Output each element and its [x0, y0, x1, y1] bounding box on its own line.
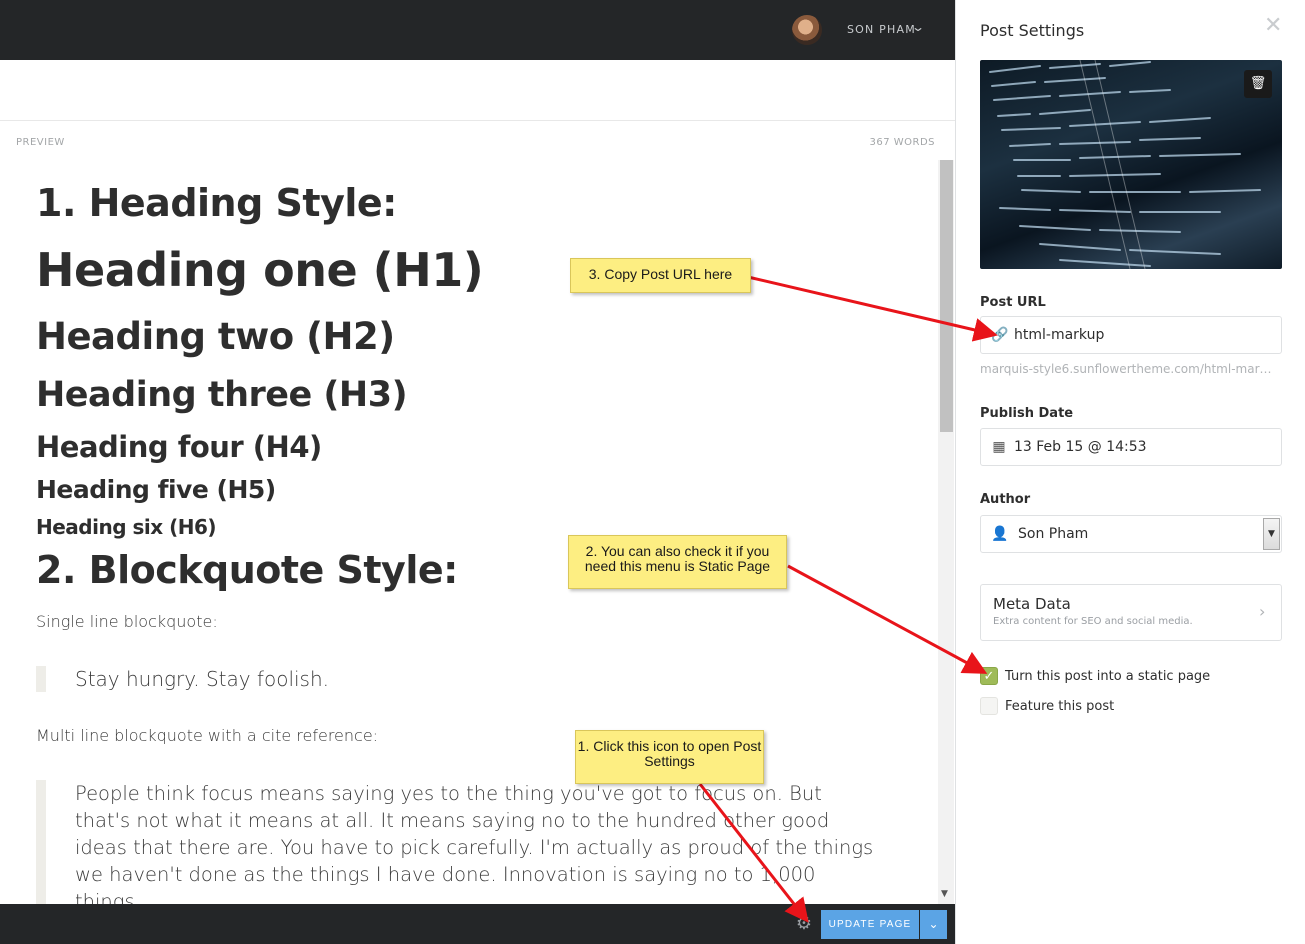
preview-label: PREVIEW — [16, 137, 65, 148]
post-settings-panel: Post Settings ✕ 🗑 Post URL 🔗 html-markup… — [955, 0, 1305, 944]
chevron-down-icon[interactable]: ⌄ — [911, 20, 925, 34]
author-value: Son Pham — [1018, 526, 1089, 542]
heading-h4: Heading four (H4) — [36, 430, 322, 464]
scrollbar-thumb[interactable] — [940, 160, 953, 432]
link-icon: 🔗 — [991, 327, 1009, 343]
blockquote-bar — [36, 780, 46, 904]
post-url-field[interactable]: 🔗 html-markup — [980, 316, 1282, 354]
heading-h1: Heading one (H1) — [36, 243, 484, 297]
author-label: Author — [980, 492, 1031, 507]
post-title-field[interactable] — [0, 60, 955, 121]
cover-image[interactable]: 🗑 — [980, 60, 1282, 269]
post-url-value: html-markup — [1014, 327, 1105, 343]
static-page-label[interactable]: Turn this post into a static page — [1005, 669, 1210, 684]
post-url-label: Post URL — [980, 295, 1046, 310]
close-icon[interactable]: ✕ — [1264, 14, 1282, 38]
paragraph: Multi line blockquote with a cite refere… — [36, 726, 379, 745]
scroll-down-icon[interactable]: ▼ — [941, 889, 948, 899]
meta-data-button[interactable]: Meta Data Extra content for SEO and soci… — [980, 584, 1282, 641]
meta-data-subtitle: Extra content for SEO and social media. — [993, 616, 1193, 627]
blockquote: People think focus means saying yes to t… — [75, 782, 874, 913]
publish-date-field[interactable]: ▦ 13 Feb 15 @ 14:53 — [980, 428, 1282, 466]
user-icon: 👤 — [991, 526, 1009, 542]
annotation-note: 3. Copy Post URL here — [570, 258, 751, 293]
post-url-hint: marquis-style6.sunflowertheme.com/html-m… — [980, 362, 1278, 376]
panel-title: Post Settings — [980, 21, 1085, 40]
section-heading: 1. Heading Style: — [36, 181, 397, 225]
annotation-note: 2. You can also check it if you need thi… — [568, 535, 787, 589]
code-screen-image — [989, 60, 1261, 269]
blockquote-bar — [36, 666, 46, 692]
publish-date-value: 13 Feb 15 @ 14:53 — [1014, 439, 1147, 455]
author-select[interactable]: 👤 Son Pham ▼ — [980, 515, 1282, 553]
editor-screen: SON PHAM ⌄ PREVIEW 367 WORDS 1. Heading … — [0, 0, 1305, 944]
avatar[interactable] — [792, 15, 822, 45]
heading-h3: Heading three (H3) — [36, 375, 408, 415]
gear-icon[interactable]: ⚙ — [794, 914, 814, 934]
static-page-checkbox[interactable]: ✓ — [980, 667, 998, 685]
calendar-icon: ▦ — [992, 439, 1006, 455]
feature-post-label[interactable]: Feature this post — [1005, 699, 1114, 714]
meta-data-title: Meta Data — [993, 595, 1071, 613]
user-menu-name[interactable]: SON PHAM — [847, 23, 916, 36]
trash-icon[interactable]: 🗑 — [1244, 70, 1272, 98]
paragraph: Single line blockquote: — [36, 612, 218, 631]
word-count: 367 WORDS — [869, 137, 935, 148]
section-heading: 2. Blockquote Style: — [36, 548, 458, 592]
publish-date-label: Publish Date — [980, 406, 1074, 421]
chevron-down-icon[interactable]: ⌄ — [920, 910, 947, 939]
heading-h5: Heading five (H5) — [36, 475, 276, 504]
heading-h2: Heading two (H2) — [36, 315, 395, 358]
update-page-button[interactable]: UPDATE PAGE — [821, 910, 919, 939]
chevron-down-icon[interactable]: ▼ — [1263, 518, 1280, 550]
annotation-note: 1. Click this icon to open Post Settings — [575, 730, 764, 784]
chevron-right-icon: › — [1259, 602, 1266, 621]
blockquote: Stay hungry. Stay foolish. — [75, 667, 330, 691]
feature-post-checkbox[interactable] — [980, 697, 998, 715]
heading-h6: Heading six (H6) — [36, 515, 217, 539]
